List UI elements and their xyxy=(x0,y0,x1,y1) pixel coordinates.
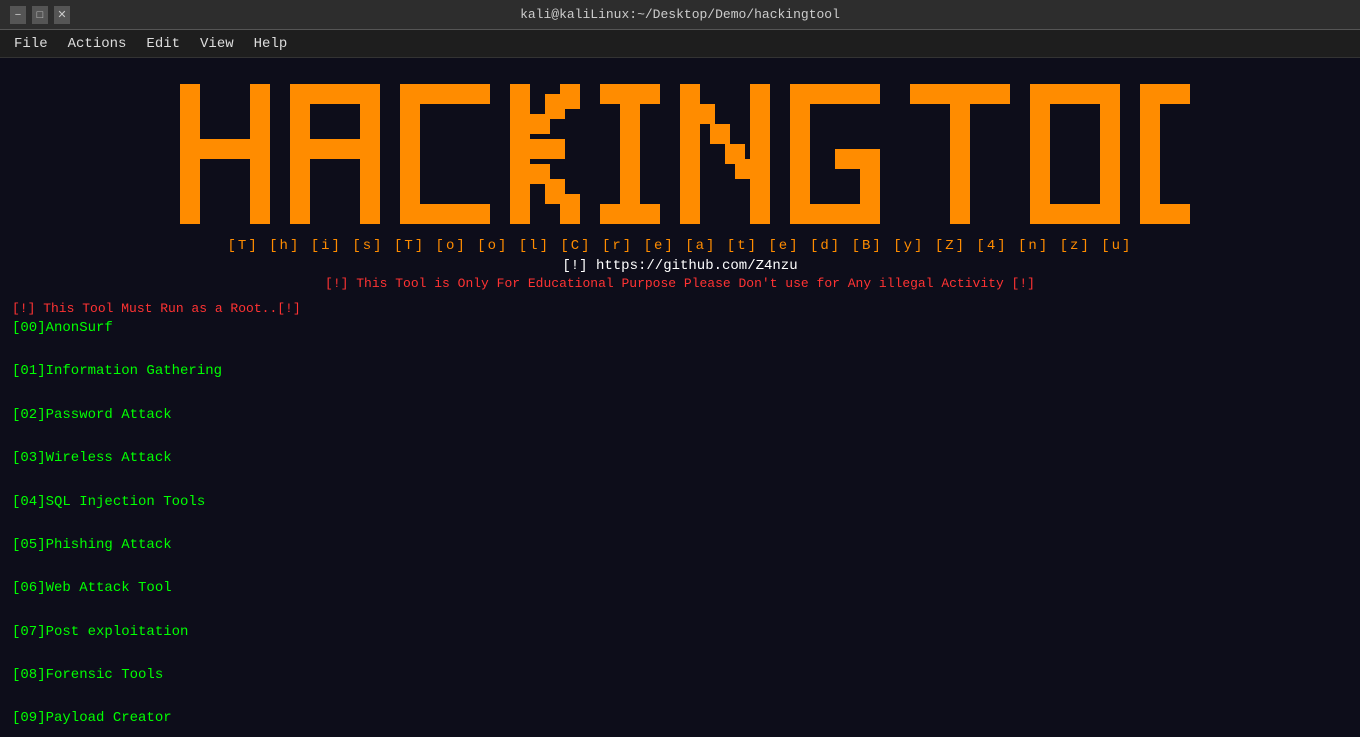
menu-edit[interactable]: Edit xyxy=(138,34,188,54)
menu-item-05: [05]Phishing Attack xyxy=(12,535,1348,557)
minimize-button[interactable]: − xyxy=(10,6,26,24)
ascii-art-title xyxy=(12,74,1348,234)
warning-text: [!] This Tool is Only For Educational Pu… xyxy=(12,276,1348,291)
subtitle-chars: [T] [h] [i] [s] [T] [o] [o] [l] [C] [r] … xyxy=(12,238,1348,254)
window-title: kali@kaliLinux:~/Desktop/Demo/hackingtoo… xyxy=(70,7,1290,22)
menu-item-07: [07]Post exploitation xyxy=(12,622,1348,644)
menu-actions[interactable]: Actions xyxy=(60,34,135,54)
github-link: [!] https://github.com/Z4nzu xyxy=(12,258,1348,274)
menu-item-02: [02]Password Attack xyxy=(12,405,1348,427)
close-button[interactable]: ✕ xyxy=(54,6,70,24)
menu-item-00: [00]AnonSurf xyxy=(12,318,1348,340)
hacking-tool-svg xyxy=(170,74,1190,234)
menu-list: [00]AnonSurf [01]Information Gathering [… xyxy=(12,318,1348,737)
menu-item-04: [04]SQL Injection Tools xyxy=(12,492,1348,514)
menu-item-03: [03]Wireless Attack xyxy=(12,448,1348,470)
root-warning: [!] This Tool Must Run as a Root..[!] xyxy=(12,301,1348,316)
menu-item-06: [06]Web Attack Tool xyxy=(12,578,1348,600)
maximize-button[interactable]: □ xyxy=(32,6,48,24)
menu-bar: File Actions Edit View Help xyxy=(0,30,1360,58)
menu-item-08: [08]Forensic Tools xyxy=(12,665,1348,687)
menu-item-01: [01]Information Gathering xyxy=(12,361,1348,383)
menu-view[interactable]: View xyxy=(192,34,242,54)
menu-item-09: [09]Payload Creator xyxy=(12,708,1348,730)
terminal[interactable]: [T] [h] [i] [s] [T] [o] [o] [l] [C] [r] … xyxy=(0,58,1360,737)
menu-file[interactable]: File xyxy=(6,34,56,54)
title-bar: − □ ✕ kali@kaliLinux:~/Desktop/Demo/hack… xyxy=(0,0,1360,30)
menu-help[interactable]: Help xyxy=(246,34,296,54)
